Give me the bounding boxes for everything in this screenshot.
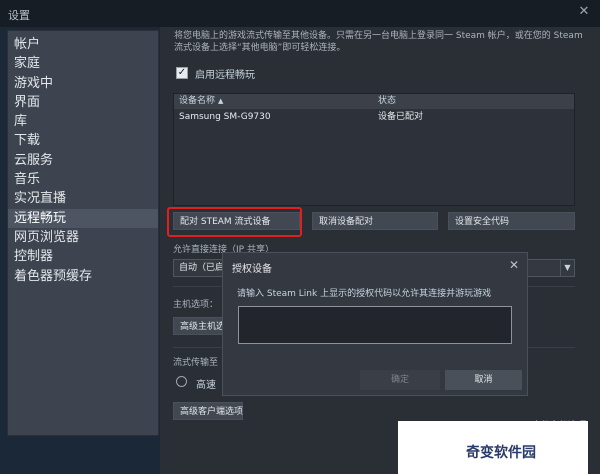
table-row[interactable]: Samsung SM-G9730 设备已配对 (174, 109, 574, 125)
auth-code-input[interactable] (238, 306, 512, 344)
chevron-down-icon[interactable]: ▼ (560, 260, 574, 276)
close-icon[interactable]: ✕ (509, 258, 519, 272)
radio-label-fast: 高速 (196, 380, 216, 391)
remote-play-description: 将您电脑上的游戏流式传输至其他设备。只需在另一台电脑上登录同一 Steam 帐户… (174, 31, 583, 53)
paired-devices-table: 设备名称 ▲ 状态 Samsung SM-G9730 设备已配对 (173, 93, 575, 206)
sort-up-icon: ▲ (218, 97, 224, 105)
unpair-device-button[interactable]: 取消设备配对 (312, 212, 438, 230)
enable-remote-play-label: 启用远程畅玩 (195, 69, 255, 81)
sidebar-item-music[interactable]: 音乐 (8, 170, 158, 189)
sidebar-item-in-game[interactable]: 游戏中 (8, 74, 158, 93)
advanced-client-options-button[interactable]: 高级客户端选项 (173, 402, 243, 420)
window-title: 设置 (8, 9, 30, 22)
device-status-cell: 设备已配对 (378, 112, 424, 122)
enable-remote-play-checkbox[interactable]: ✓ (176, 67, 188, 79)
streaming-label: 流式传输至 (173, 358, 219, 368)
device-name-cell: Samsung SM-G9730 (179, 112, 271, 122)
sidebar-item-cloud[interactable]: 云服务 (8, 151, 158, 170)
dialog-message: 请输入 Steam Link 上显示的授权代码以允许其连接并游玩游戏 (237, 289, 492, 299)
host-options-label: 主机选项： (173, 300, 219, 310)
table-header: 设备名称 ▲ 状态 (174, 94, 574, 109)
set-security-code-button[interactable]: 设置安全代码 (448, 212, 575, 230)
enable-remote-play-row[interactable]: ✓ 启用远程畅玩 (176, 66, 255, 81)
title-bar: 设置 ✕ (0, 0, 600, 27)
pair-steam-device-button[interactable]: 配对 STEAM 流式设备 (173, 212, 300, 230)
watermark: 奇变软件园 (398, 421, 588, 474)
sidebar-item-family[interactable]: 家庭 (8, 54, 158, 73)
sidebar-item-web-browser[interactable]: 网页浏览器 (8, 228, 158, 247)
sidebar-item-broadcasting[interactable]: 实况直播 (8, 189, 158, 208)
close-icon[interactable]: ✕ (576, 4, 592, 20)
confirm-button[interactable]: 确定 (360, 370, 440, 390)
column-device-name[interactable]: 设备名称 ▲ (174, 94, 374, 109)
sidebar-item-account[interactable]: 帐户 (8, 35, 158, 54)
direct-connection-value: 自动（已启 (179, 263, 225, 273)
sidebar-item-remote-play[interactable]: 远程畅玩 (8, 208, 158, 228)
dialog-title: 授权设备 (232, 264, 272, 275)
sidebar-item-downloads[interactable]: 下载 (8, 131, 158, 150)
watermark-text: 奇变软件园 (466, 445, 536, 461)
cancel-button[interactable]: 取消 (445, 370, 522, 390)
sidebar-item-shader-cache[interactable]: 着色器预缓存 (8, 267, 158, 286)
remote-play-panel: 将您电脑上的游戏流式传输至其他设备。只需在另一台电脑上登录同一 Steam 帐户… (160, 27, 600, 474)
settings-sidebar: 帐户 家庭 游戏中 界面 库 下载 云服务 音乐 实况直播 远程畅玩 网页浏览器… (7, 30, 159, 436)
column-status[interactable]: 状态 (374, 94, 396, 109)
sidebar-item-interface[interactable]: 界面 (8, 93, 158, 112)
streaming-quality-radio[interactable] (176, 376, 187, 387)
sidebar-item-library[interactable]: 库 (8, 112, 158, 131)
sidebar-item-controller[interactable]: 控制器 (8, 247, 158, 266)
authorize-device-dialog: 授权设备 ✕ 请输入 Steam Link 上显示的授权代码以允许其连接并游玩游… (222, 252, 528, 396)
